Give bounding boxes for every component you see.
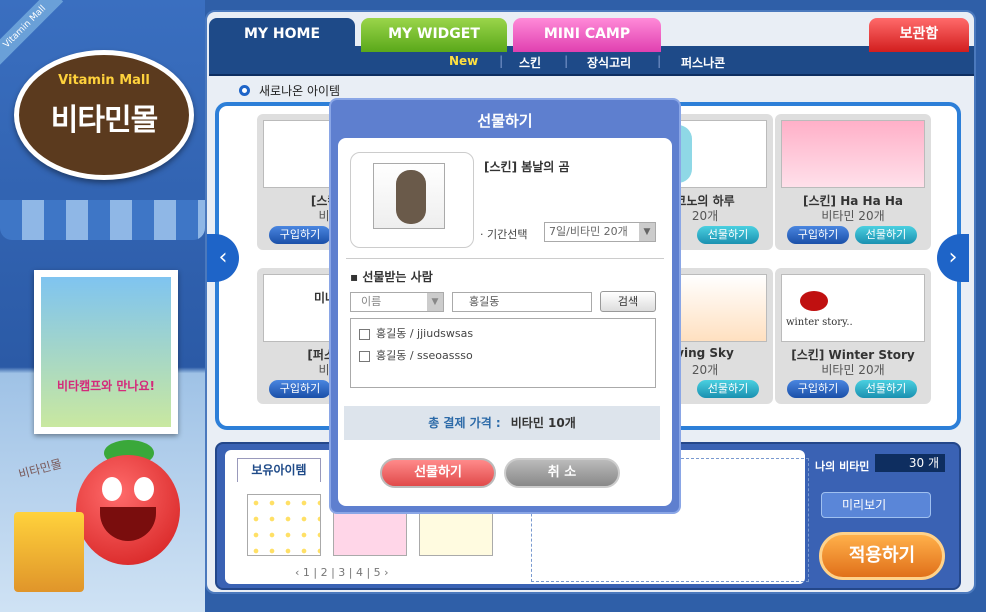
subnav-skin[interactable]: 스킨 bbox=[519, 54, 541, 71]
preview-button[interactable]: 미리보기 bbox=[821, 492, 931, 518]
bear-item-image bbox=[373, 163, 445, 229]
vitamin-mall-logo[interactable]: Vitamin Mall 비타민몰 bbox=[14, 50, 194, 180]
search-type-select[interactable]: 이름 ▼ bbox=[350, 292, 444, 312]
left-decoration: Vitamin Mall Vitamin Mall 비타민몰 비타캠프와 만나요… bbox=[0, 0, 205, 612]
chevron-down-icon[interactable]: ▼ bbox=[427, 293, 443, 311]
apply-button[interactable]: 적용하기 bbox=[819, 532, 945, 580]
poster-illustration bbox=[41, 277, 171, 427]
subnav-separator: | bbox=[564, 54, 569, 68]
tomato-mascot-icon bbox=[76, 455, 180, 565]
gift-button[interactable]: 선물하기 bbox=[697, 380, 759, 398]
period-select[interactable]: 7일/비타민 20개 ▼ bbox=[544, 222, 656, 242]
subnav-separator: | bbox=[657, 54, 662, 68]
recipient-label: ▪ 선물받는 사람 bbox=[350, 270, 433, 284]
item-thumbnail[interactable] bbox=[781, 120, 925, 188]
gift-item-name: [스킨] 봄날의 곰 bbox=[484, 160, 570, 174]
recipient-result-list: 홍길동 / jjiudswsas 홍길동 / sseoassso bbox=[350, 318, 656, 388]
vitamin-panel: 나의 비타민 30 개 미리보기 적용하기 bbox=[807, 450, 955, 586]
gift-button[interactable]: 선물하기 bbox=[855, 226, 917, 244]
tab-owned-items[interactable]: 보유아이템 bbox=[237, 458, 321, 482]
new-items-radio[interactable] bbox=[239, 85, 250, 96]
tab-mini-camp[interactable]: MINI CAMP bbox=[513, 18, 661, 52]
my-vitamin-label: 나의 비타민 bbox=[815, 460, 870, 473]
chevron-down-icon[interactable]: ▼ bbox=[639, 223, 655, 241]
bear-icon bbox=[396, 170, 426, 224]
winter-thumb-text: winter story.. bbox=[786, 317, 853, 328]
mascot-eye-icon bbox=[102, 477, 122, 501]
buy-button[interactable]: 구입하기 bbox=[787, 380, 849, 398]
dialog-body: [스킨] 봄날의 곰 · 기간선택 7일/비타민 20개 ▼ ▪ 선물받는 사람… bbox=[338, 138, 672, 506]
cancel-button[interactable]: 취 소 bbox=[504, 458, 620, 488]
side-label: 비타민몰 bbox=[17, 456, 64, 482]
total-price-value: 비타민 10개 bbox=[510, 416, 576, 430]
period-label: · 기간선택 bbox=[480, 228, 528, 241]
tab-storage[interactable]: 보관함 bbox=[869, 18, 969, 52]
tab-my-widget[interactable]: MY WIDGET bbox=[361, 18, 507, 52]
subnav-separator: | bbox=[499, 54, 504, 68]
total-price-label: 총 결제 가격 : bbox=[428, 416, 501, 430]
divider bbox=[346, 258, 664, 259]
item-card[interactable]: [스킨] Ha Ha Ha 비타민 20개 구입하기 선물하기 bbox=[775, 114, 931, 250]
poster-text: 비타캠프와 만나요! bbox=[57, 379, 155, 393]
tab-my-home[interactable]: MY HOME bbox=[209, 18, 355, 52]
item-card[interactable]: winter story.. [스킨] Winter Story 비타민 20개… bbox=[775, 268, 931, 404]
checkbox[interactable] bbox=[359, 350, 370, 362]
buy-button[interactable]: 구입하기 bbox=[269, 380, 331, 398]
gift-button[interactable]: 선물하기 bbox=[697, 226, 759, 244]
recipient-label-text: 선물받는 사람 bbox=[362, 270, 433, 284]
recipient-name-input[interactable]: 홍길동 bbox=[452, 292, 592, 312]
logo-korean-text: 비타민몰 bbox=[50, 103, 158, 138]
subnav-persona[interactable]: 퍼스나콘 bbox=[681, 54, 725, 71]
recipient-result-text: 홍길동 / sseoassso bbox=[376, 349, 473, 362]
recipient-result-item[interactable]: 홍길동 / jjiudswsas bbox=[359, 325, 473, 341]
dialog-title: 선물하기 bbox=[477, 112, 533, 130]
total-price-bar: 총 결제 가격 : 비타민 10개 bbox=[344, 406, 660, 440]
buy-button[interactable]: 구입하기 bbox=[269, 226, 331, 244]
subnav-deco[interactable]: 장식고리 bbox=[587, 54, 631, 71]
gift-boxes-icon bbox=[14, 512, 84, 592]
gift-button[interactable]: 선물하기 bbox=[855, 380, 917, 398]
subnav-new[interactable]: New bbox=[449, 54, 478, 68]
checkbox[interactable] bbox=[359, 328, 370, 340]
search-button[interactable]: 검색 bbox=[600, 291, 656, 312]
search-type-value: 이름 bbox=[361, 295, 382, 308]
send-gift-button[interactable]: 선물하기 bbox=[380, 458, 496, 488]
period-select-value: 7일/비타민 20개 bbox=[549, 225, 628, 238]
recipient-result-item[interactable]: 홍길동 / sseoassso bbox=[359, 347, 473, 363]
my-vitamin-value: 30 개 bbox=[875, 454, 945, 472]
mascot-eye-icon bbox=[134, 477, 154, 501]
bow-icon bbox=[800, 291, 828, 311]
item-thumbnail[interactable]: winter story.. bbox=[781, 274, 925, 342]
logo-english-text: Vitamin Mall bbox=[58, 73, 150, 88]
item-price: 비타민 20개 bbox=[821, 363, 885, 377]
mascot-mouth-icon bbox=[100, 507, 156, 541]
item-price: 비타민 20개 bbox=[821, 209, 885, 223]
corner-ribbon: Vitamin Mall bbox=[0, 0, 64, 66]
owned-item-thumbnail[interactable] bbox=[247, 494, 321, 556]
pagination[interactable]: ‹ 1 | 2 | 3 | 4 | 5 › bbox=[295, 566, 389, 579]
gift-item-thumbnail-frame bbox=[350, 152, 474, 248]
new-items-label: 새로나온 아이템 bbox=[259, 84, 341, 98]
awning-decoration bbox=[0, 200, 205, 240]
recipient-result-text: 홍길동 / jjiudswsas bbox=[376, 327, 474, 340]
buy-button[interactable]: 구입하기 bbox=[787, 226, 849, 244]
camp-poster[interactable]: 비타캠프와 만나요! bbox=[34, 270, 178, 434]
gift-dialog: 선물하기 [스킨] 봄날의 곰 · 기간선택 7일/비타민 20개 ▼ ▪ 선물… bbox=[331, 100, 679, 512]
